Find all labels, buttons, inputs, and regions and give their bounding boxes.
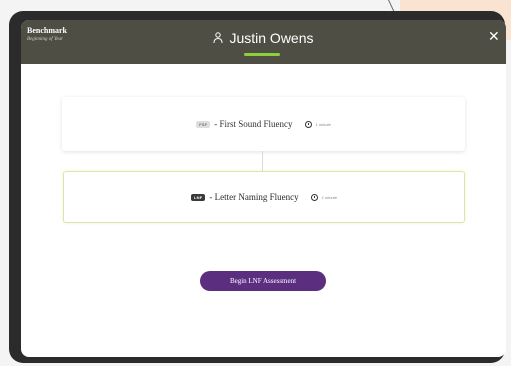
- assessment-modal: Benchmark Beginning of Year Justin Owens…: [21, 20, 506, 357]
- person-icon: [213, 31, 223, 44]
- duration-label: 1 minute: [321, 194, 337, 200]
- clock-icon: [304, 120, 312, 128]
- duration-label: 1 minute: [315, 121, 331, 127]
- assessment-card-fsf[interactable]: FSF - First Sound Fluency 1 minute: [62, 97, 465, 151]
- assessment-duration: 1 minute: [310, 193, 337, 201]
- student-header: Justin Owens: [21, 30, 506, 46]
- student-name: Justin Owens: [229, 30, 314, 46]
- assessment-duration: 1 minute: [304, 120, 331, 128]
- assessment-badge: LNF: [191, 193, 206, 201]
- student-name-underline: [244, 53, 280, 56]
- assessment-name: - Letter Naming Fluency: [209, 192, 299, 202]
- modal-header: Benchmark Beginning of Year Justin Owens…: [21, 20, 506, 64]
- card-connector: [262, 151, 263, 171]
- close-icon[interactable]: ✕: [488, 30, 502, 44]
- assessment-name: - First Sound Fluency: [214, 119, 293, 129]
- begin-assessment-button[interactable]: Begin LNF Assessment: [200, 271, 326, 291]
- assessment-card-lnf[interactable]: LNF - Letter Naming Fluency 1 minute: [63, 171, 465, 223]
- assessment-badge: FSF: [196, 120, 211, 128]
- clock-icon: [310, 193, 318, 201]
